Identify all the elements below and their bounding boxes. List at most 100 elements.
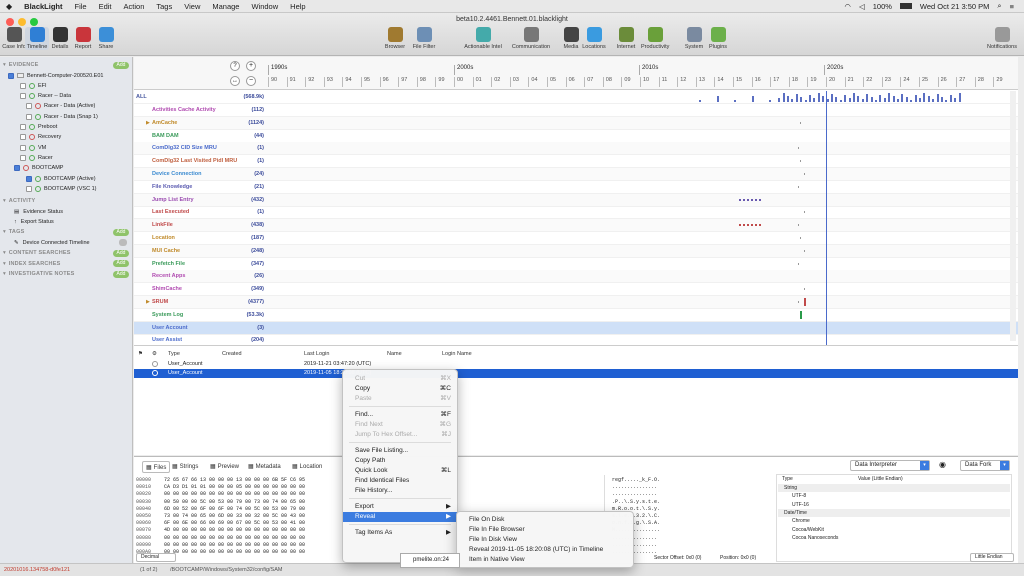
checkbox[interactable] [26, 113, 32, 120]
evidence-item[interactable]: Preboot [0, 122, 133, 132]
add-button[interactable]: Add [113, 61, 129, 69]
decimal-dropdown[interactable]: Decimal [136, 553, 176, 562]
interpreter-row[interactable]: Chrome [778, 517, 1010, 525]
checkbox[interactable] [20, 154, 26, 161]
section-tags[interactable]: ▾ TAGS Add [0, 227, 133, 237]
menu-item-copy-path[interactable]: Copy Path [343, 456, 457, 466]
browser-toolbar-button[interactable]: Browser [381, 27, 409, 50]
year-label[interactable]: 91 [286, 77, 296, 87]
menu-tags[interactable]: Tags [150, 2, 178, 11]
wifi-icon[interactable]: ◠ [844, 2, 851, 11]
menu-item-file-history[interactable]: File History... [343, 486, 457, 496]
year-label[interactable]: 16 [751, 77, 761, 87]
locations-toolbar-button[interactable]: Locations [580, 27, 608, 50]
disclosure-icon[interactable]: ▾ [3, 229, 6, 235]
year-label[interactable]: 27 [956, 77, 965, 87]
battery-label[interactable]: 100% [873, 2, 892, 11]
timeline-row[interactable]: BAM DAM (44) [134, 130, 1018, 143]
hex-ascii[interactable]: ............... [612, 484, 657, 490]
zoom-in-button[interactable]: + [246, 61, 256, 71]
interpreter-row[interactable]: Cocoa Nanoseconds [778, 534, 1010, 542]
timeline-row[interactable]: LinkFile (438) [134, 219, 1018, 233]
fit-button[interactable]: ↔ [230, 76, 240, 86]
evidence-item[interactable]: BOOTCAMP (Active) [0, 174, 133, 184]
checkbox[interactable] [26, 175, 32, 182]
menu-help[interactable]: Help [284, 2, 311, 11]
expand-arrow-icon[interactable]: ▶ [146, 299, 150, 305]
tab-strings[interactable]: ▦ Strings [172, 461, 198, 473]
case-info-toolbar-button[interactable]: Case Info [2, 27, 26, 50]
table-row[interactable]: User_Account 2019-11-05 18:20:08 (UTC) [134, 369, 1018, 378]
year-label[interactable]: 22 [863, 77, 872, 87]
year-label[interactable]: 18 [788, 77, 798, 87]
data-interpreter-dropdown[interactable]: Data Interpreter ▾ [850, 460, 930, 471]
timeline-row[interactable]: Last Executed (1) [134, 206, 1018, 220]
hex-bytes[interactable]: 00 00 00 00 00 00 00 00 00 00 00 00 00 0… [164, 491, 305, 497]
year-label[interactable]: 28 [974, 77, 984, 87]
checkbox[interactable] [20, 82, 26, 89]
add-button[interactable]: Add [113, 249, 129, 257]
year-label[interactable]: 04 [528, 77, 538, 87]
menu-edit[interactable]: Edit [93, 2, 118, 11]
timeline-row[interactable]: ▶ AmCache (1124) [134, 116, 1018, 130]
checkbox[interactable] [26, 103, 32, 110]
evidence-item[interactable]: Racer - Data (Snap 1) [0, 112, 133, 122]
timeline-row[interactable]: Device Connection (24) [134, 168, 1018, 181]
volume-icon[interactable]: ◁ [859, 2, 865, 11]
timeline-row[interactable]: MUI Cache (248) [134, 244, 1018, 258]
year-label[interactable]: 95 [361, 77, 370, 87]
year-label[interactable]: 97 [398, 77, 407, 87]
control-center-icon[interactable]: ≡ [1010, 2, 1014, 11]
internet-toolbar-button[interactable]: Internet [612, 27, 640, 50]
disclosure-icon[interactable]: ▾ [3, 250, 6, 256]
timeline-row[interactable]: ComDlg32 Last Visited Pidl MRU (1) [134, 155, 1018, 169]
submenu-item[interactable]: Item in Native View [457, 555, 633, 565]
evidence-item[interactable]: Racer - Data (Active) [0, 101, 133, 111]
submenu-item[interactable]: File In Disk View [457, 535, 633, 545]
timeline-row[interactable]: ComDlg32 CID Size MRU (1) [134, 142, 1018, 156]
timeline-row[interactable]: ShimCache (349) [134, 283, 1018, 297]
column-header[interactable]: Login Name [442, 351, 472, 357]
year-label[interactable]: 11 [658, 77, 667, 87]
app-menu[interactable]: BlackLight [18, 2, 68, 11]
year-label[interactable]: 17 [770, 77, 779, 87]
productivity-toolbar-button[interactable]: Productivity [641, 27, 669, 50]
disclosure-icon[interactable]: ▾ [3, 62, 6, 68]
hex-bytes[interactable]: 6D 00 52 00 6F 00 6F 00 74 00 5C 00 53 0… [164, 506, 305, 512]
actionable-intel-toolbar-button[interactable]: Actionable Intel [463, 27, 503, 50]
checkbox[interactable] [20, 93, 26, 100]
activity-item[interactable]: ▤ Evidence Status [0, 207, 133, 217]
report-toolbar-button[interactable]: Report [71, 27, 95, 50]
year-label[interactable]: 90 [268, 77, 277, 87]
table-row[interactable]: User_Account 2019-11-21 03:47:20 (UTC) [134, 360, 1018, 369]
share-toolbar-button[interactable]: Share [94, 27, 118, 50]
hex-bytes[interactable]: 73 00 74 00 65 00 6D 00 33 00 32 00 5C 0… [164, 513, 305, 519]
zoom-out-button[interactable]: − [246, 76, 256, 86]
hex-bytes[interactable]: 00 00 00 00 00 00 00 00 00 00 00 00 00 0… [164, 535, 305, 541]
checkbox[interactable] [20, 144, 26, 151]
add-button[interactable]: Add [113, 260, 129, 267]
year-label[interactable]: 08 [602, 77, 612, 87]
section-evidence[interactable]: ▾ EVIDENCE Add [0, 60, 133, 70]
hex-ascii[interactable]: ............... [612, 491, 657, 497]
evidence-item[interactable]: BOOTCAMP (VSC 1) [0, 184, 133, 194]
hex-ascii[interactable]: .P..\.S.y.s.t.e. [612, 499, 660, 505]
evidence-item[interactable]: BOOTCAMP [0, 163, 133, 173]
timeline-row[interactable]: Recent Apps (26) [134, 270, 1018, 284]
year-label[interactable]: 94 [342, 77, 352, 87]
section-content-searches[interactable]: ▾ CONTENT SEARCHES Add [0, 248, 133, 258]
year-label[interactable]: 07 [584, 77, 593, 87]
year-label[interactable]: 26 [937, 77, 947, 87]
file-filter-toolbar-button[interactable]: File Filter [410, 27, 438, 50]
timeline-row[interactable]: Prefetch File (347) [134, 258, 1018, 271]
section-index-searches[interactable]: ▾ INDEX SEARCHES Add [0, 259, 133, 269]
communication-toolbar-button[interactable]: Communication [511, 27, 551, 50]
menu-window[interactable]: Window [245, 2, 284, 11]
plugins-toolbar-button[interactable]: Plugins [704, 27, 732, 50]
expand-arrow-icon[interactable]: ▶ [146, 120, 150, 126]
evidence-item[interactable]: EFI [0, 81, 133, 91]
year-label[interactable]: 01 [472, 77, 482, 87]
year-label[interactable]: 06 [565, 77, 575, 87]
hex-bytes[interactable]: CA D3 D1 01 01 00 00 00 05 00 00 00 00 0… [164, 484, 305, 490]
timeline-row-all[interactable]: ALL (568.9k) [134, 91, 1018, 104]
